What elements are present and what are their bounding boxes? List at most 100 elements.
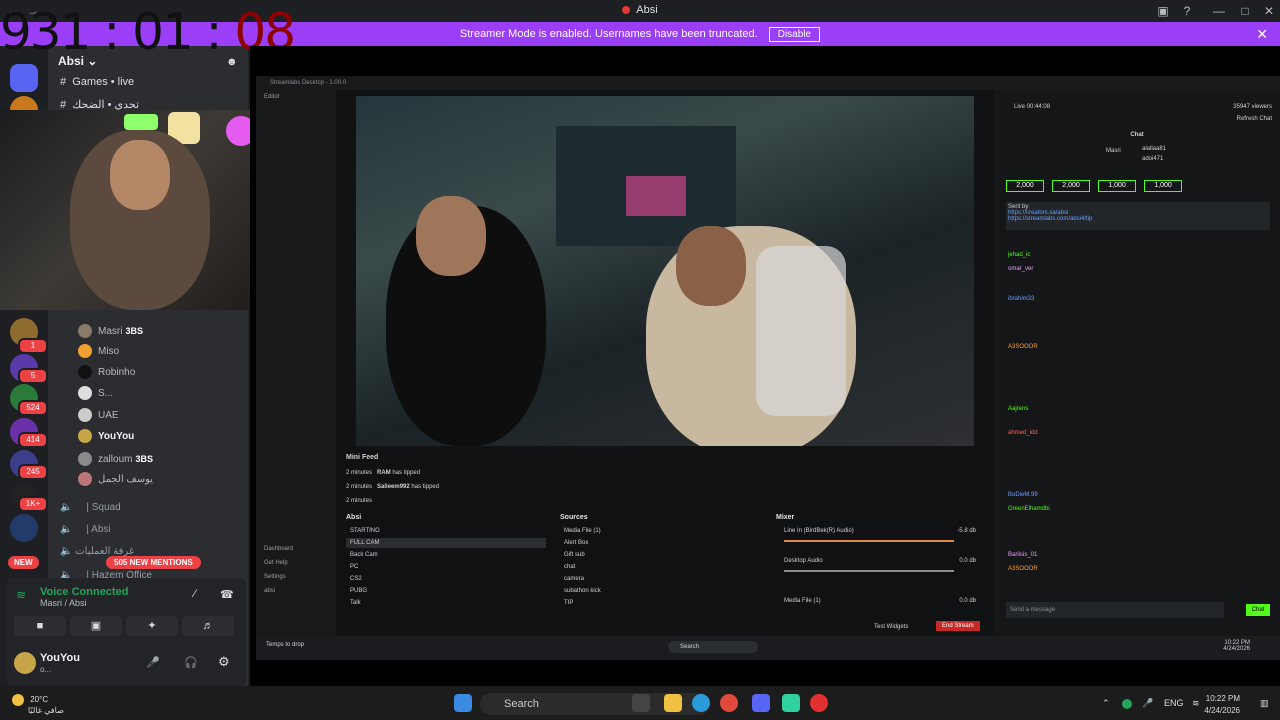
feed-row: 2 minutes RAM has tipped xyxy=(346,470,421,476)
scene-item-active[interactable]: FULL CAM xyxy=(346,538,546,548)
avatar[interactable] xyxy=(14,652,36,674)
channel-games-live[interactable]: # Games • live xyxy=(60,76,134,88)
microphone-tray-icon[interactable]: 🎤 xyxy=(1142,698,1153,709)
volume-slider[interactable] xyxy=(784,570,954,572)
member-item[interactable]: يوسف الجمل xyxy=(78,472,153,488)
mixer-channel: Line In (BirdBek(R) Audio) -5.8 db xyxy=(784,528,976,534)
nav-editor[interactable]: Editor xyxy=(256,90,336,104)
send-chat-button[interactable]: Chat xyxy=(1246,604,1270,616)
inner-weather: Temps to drop xyxy=(266,642,305,648)
streamlabs-nav: Editor Dashboard Get Help Settings absi xyxy=(256,90,336,660)
scene-item[interactable]: STARTING xyxy=(346,526,546,536)
status-icon[interactable] xyxy=(1122,699,1132,709)
source-item[interactable]: chat xyxy=(560,562,750,572)
chat-user[interactable]: ibrahim33 xyxy=(1008,296,1034,302)
minimize-button[interactable]: — xyxy=(1210,3,1228,19)
file-explorer-icon[interactable] xyxy=(664,694,682,712)
new-indicator[interactable]: NEW xyxy=(8,556,39,569)
member-item[interactable]: Robinho xyxy=(78,365,135,381)
pinned-link[interactable]: https://streamlabs.com/absi4/tip xyxy=(1008,216,1268,222)
feed-row: 2 minutes xyxy=(346,498,373,504)
noise-suppression-icon[interactable]: ∕ xyxy=(194,588,196,600)
discord-icon[interactable] xyxy=(752,694,770,712)
inbox-icon[interactable]: ▣ xyxy=(1154,3,1172,19)
source-item[interactable]: Media File (1) xyxy=(560,526,750,536)
activities-button[interactable]: ✦ xyxy=(126,616,178,636)
member-item[interactable]: Miso xyxy=(78,344,119,360)
help-icon[interactable]: ? xyxy=(1178,3,1196,19)
soundboard-button[interactable]: ♬ xyxy=(182,616,234,636)
disable-streamer-mode-button[interactable]: Disable xyxy=(768,27,821,42)
scene-item[interactable]: PC xyxy=(346,562,546,572)
chat-input[interactable]: Send a message xyxy=(1006,602,1224,618)
language-indicator[interactable]: ENG xyxy=(1164,698,1184,708)
chat-user[interactable]: BoDieM.99 xyxy=(1008,492,1038,498)
sources-title: Sources xyxy=(560,514,588,521)
refresh-chat-button[interactable]: Refresh Chat xyxy=(1237,116,1272,122)
disconnect-icon[interactable]: ☎ xyxy=(220,588,234,601)
close-banner-icon[interactable]: ✕ xyxy=(1256,22,1268,46)
screen-share-button[interactable]: ▣ xyxy=(70,616,122,636)
streamlabs-icon[interactable] xyxy=(782,694,800,712)
server-icon[interactable] xyxy=(10,514,38,542)
nav-dashboard[interactable]: Dashboard xyxy=(256,542,336,556)
chat-user[interactable]: Aajrens xyxy=(1008,406,1028,412)
inner-search[interactable]: Search xyxy=(668,641,758,653)
chat-user[interactable]: A3SOOOR xyxy=(1008,344,1038,350)
voice-channel-squad[interactable]: 🔈 | Squad xyxy=(60,502,121,513)
task-view-icon[interactable] xyxy=(632,694,650,712)
camera-off-button[interactable]: ■ xyxy=(14,616,66,636)
end-stream-button[interactable]: End Stream xyxy=(936,621,980,631)
member-item[interactable]: YouYou xyxy=(78,429,134,445)
direct-messages-icon[interactable] xyxy=(10,64,38,92)
nav-settings[interactable]: Settings xyxy=(256,570,336,584)
scene-item[interactable]: CS2 xyxy=(346,574,546,584)
gear-icon[interactable]: ⚙ xyxy=(218,654,230,670)
maximize-button[interactable]: □ xyxy=(1236,3,1254,19)
edge-icon[interactable] xyxy=(692,694,710,712)
member-item[interactable]: Masri 3BS xyxy=(78,323,143,339)
voice-status[interactable]: Voice Connected xyxy=(40,586,128,598)
wifi-icon[interactable]: ≋ xyxy=(1192,698,1200,709)
chrome-icon[interactable] xyxy=(720,694,738,712)
inner-taskbar: Temps to drop Search 10:22 PM 4/24/2026 xyxy=(256,636,1280,660)
app-icon[interactable] xyxy=(810,694,828,712)
test-widgets-button[interactable]: Test Widgets xyxy=(874,624,908,630)
weather-widget[interactable]: 20°C صافي غالبًا xyxy=(12,694,64,715)
weather-icon xyxy=(12,694,24,706)
banner-text: Streamer Mode is enabled. Usernames have… xyxy=(459,28,758,40)
taskbar-clock[interactable]: 10:22 PM 4/24/2026 xyxy=(1204,693,1240,717)
nav-help[interactable]: Get Help xyxy=(256,556,336,570)
volume-slider[interactable] xyxy=(784,540,954,542)
show-hidden-icons[interactable]: ⌃ xyxy=(1102,698,1110,709)
scene-item[interactable]: Back Cam xyxy=(346,550,546,560)
chat-user[interactable]: GreenElhamdbi xyxy=(1008,506,1050,512)
voice-channel-absi[interactable]: 🔈 | Absi xyxy=(60,524,111,535)
start-icon[interactable] xyxy=(454,694,472,712)
scene-item[interactable]: Talk xyxy=(346,598,546,608)
unread-badge: 414 xyxy=(18,432,48,448)
member-item[interactable]: UAE xyxy=(78,408,119,424)
chat-user[interactable]: Bariisis_01 xyxy=(1008,552,1037,558)
notifications-icon[interactable]: ▥ xyxy=(1260,698,1269,709)
source-item[interactable]: TIP xyxy=(560,598,750,608)
nav-profile[interactable]: absi xyxy=(256,584,336,598)
new-mentions-pill[interactable]: 505 NEW MENTIONS xyxy=(106,556,201,569)
microphone-icon[interactable]: 🎤 xyxy=(146,656,160,669)
chat-user[interactable]: ahmed_idd xyxy=(1008,430,1038,436)
source-item[interactable]: Gift sub xyxy=(560,550,750,560)
member-item[interactable]: zalloum 3BS xyxy=(78,451,153,467)
chat-user[interactable]: omar_ver xyxy=(1008,266,1033,272)
member-item[interactable]: S... xyxy=(78,386,113,402)
source-item[interactable]: subathon kick xyxy=(560,586,750,596)
close-window-button[interactable]: ✕ xyxy=(1260,3,1278,19)
source-item[interactable]: camera xyxy=(560,574,750,584)
mixer-channel: Desktop Audio 0.0 db xyxy=(784,558,976,564)
headphones-icon[interactable]: 🎧 xyxy=(184,656,198,669)
source-item[interactable]: Alert Box xyxy=(560,538,750,548)
skull-emote-icon xyxy=(226,116,250,146)
scene-item[interactable]: PUBG xyxy=(346,586,546,596)
chat-user[interactable]: jehad_ic xyxy=(1008,252,1030,258)
gift-pill: 2,000 xyxy=(1052,180,1090,192)
chat-user[interactable]: A3SOOOR xyxy=(1008,566,1038,572)
